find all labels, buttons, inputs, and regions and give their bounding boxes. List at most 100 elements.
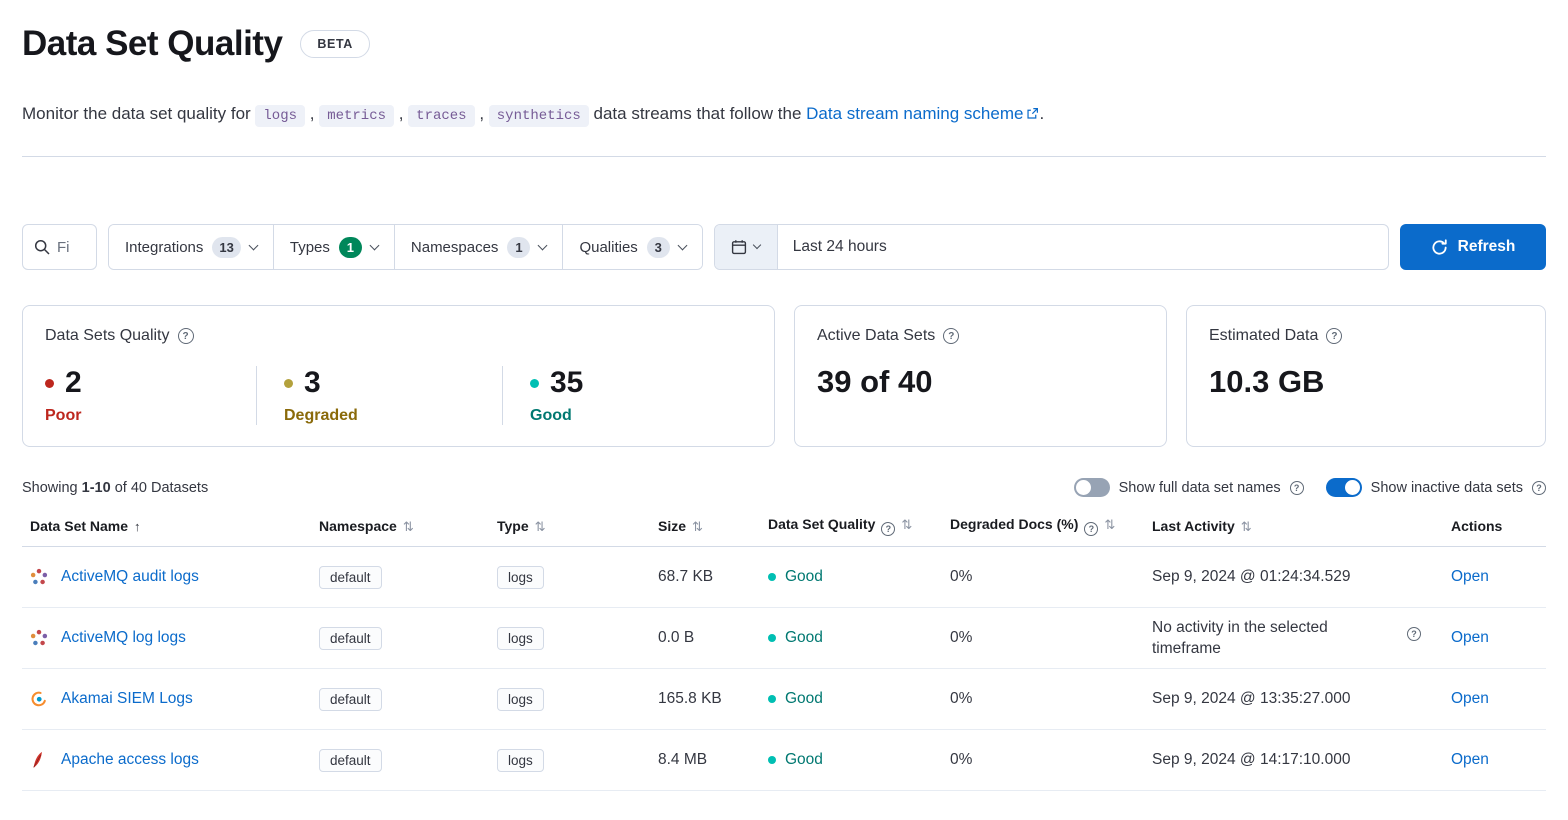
- refresh-button[interactable]: Refresh: [1400, 224, 1546, 270]
- info-icon[interactable]: ?: [943, 328, 959, 344]
- col-size[interactable]: Size⇅: [650, 506, 760, 547]
- comma: ,: [305, 104, 319, 123]
- dataset-name-link[interactable]: ActiveMQ log logs: [61, 629, 186, 647]
- show-full-names-switch[interactable]: [1074, 478, 1110, 497]
- col-degraded-docs[interactable]: Degraded Docs (%)?⇅: [942, 506, 1144, 547]
- showing-summary: Showing 1-10 of 40 Datasets: [22, 480, 208, 496]
- size-value: 0.0 B: [658, 629, 694, 646]
- type-badge: logs: [497, 688, 544, 711]
- sort-icon: ⇅: [1104, 517, 1115, 532]
- col-namespace[interactable]: Namespace⇅: [311, 506, 489, 547]
- degraded-count: 3: [304, 366, 321, 400]
- type-badge: logs: [497, 566, 544, 589]
- qualities-filter-button[interactable]: Qualities 3: [563, 225, 701, 269]
- quality-value: Good: [785, 751, 823, 769]
- intro-prefix: Monitor the data set quality for: [22, 104, 255, 123]
- activemq-icon: [30, 568, 48, 586]
- size-value: 8.4 MB: [658, 751, 707, 768]
- namespaces-filter-button[interactable]: Namespaces 1: [395, 225, 564, 269]
- integrations-filter-button[interactable]: Integrations 13: [109, 225, 274, 269]
- good-dot-icon: [530, 379, 539, 388]
- size-value: 165.8 KB: [658, 690, 722, 707]
- search-box[interactable]: [22, 224, 97, 270]
- card-title: Data Sets Quality: [45, 327, 170, 345]
- open-link[interactable]: Open: [1451, 690, 1489, 707]
- open-link[interactable]: Open: [1451, 629, 1489, 646]
- time-range-display[interactable]: Last 24 hours: [778, 238, 902, 256]
- datasets-quality-card: Data Sets Quality ? 2 Poor 3 Degraded 35…: [22, 305, 775, 447]
- chevron-down-icon: [753, 241, 761, 249]
- naming-scheme-link[interactable]: Data stream naming scheme: [806, 104, 1023, 123]
- chevron-down-icon: [248, 240, 258, 250]
- col-data-set-quality[interactable]: Data Set Quality?⇅: [760, 506, 942, 547]
- last-activity-value: Sep 9, 2024 @ 14:17:10.000: [1152, 751, 1350, 768]
- col-last-activity[interactable]: Last Activity⇅: [1144, 506, 1443, 547]
- degraded-docs-value: 0%: [950, 690, 972, 707]
- sort-asc-icon: ↑: [134, 519, 141, 534]
- toggle-show-inactive[interactable]: Show inactive data sets ?: [1326, 478, 1546, 497]
- degraded-label[interactable]: Degraded: [284, 407, 502, 425]
- sort-icon: ⇅: [901, 517, 912, 532]
- poor-count: 2: [65, 366, 82, 400]
- poor-dot-icon: [45, 379, 54, 388]
- calendar-icon: [731, 239, 747, 255]
- info-icon[interactable]: ?: [178, 328, 194, 344]
- comma: ,: [475, 104, 489, 123]
- info-icon[interactable]: ?: [1326, 328, 1342, 344]
- info-icon[interactable]: ?: [1532, 481, 1546, 495]
- good-count: 35: [550, 366, 583, 400]
- last-activity-value: Sep 9, 2024 @ 13:35:27.000: [1152, 690, 1350, 707]
- open-link[interactable]: Open: [1451, 568, 1489, 585]
- beta-badge: BETA: [300, 30, 370, 58]
- info-icon[interactable]: ?: [1290, 481, 1304, 495]
- good-label[interactable]: Good: [530, 407, 583, 425]
- show-inactive-switch[interactable]: [1326, 478, 1362, 497]
- intro-middle: data streams that follow the: [594, 104, 807, 123]
- date-picker-quick-menu-button[interactable]: [715, 225, 778, 269]
- quality-value: Good: [785, 568, 823, 586]
- toggle-show-full-names[interactable]: Show full data set names ?: [1074, 478, 1304, 497]
- quality-dot-icon: [768, 756, 776, 764]
- size-value: 68.7 KB: [658, 568, 713, 585]
- quality-value: Good: [785, 690, 823, 708]
- intro-suffix: .: [1039, 104, 1044, 123]
- refresh-icon: [1431, 239, 1448, 256]
- info-icon[interactable]: ?: [1407, 627, 1421, 641]
- estimated-data-card: Estimated Data ? 10.3 GB: [1186, 305, 1546, 447]
- active-datasets-card: Active Data Sets ? 39 of 40: [794, 305, 1167, 447]
- dataset-name-link[interactable]: ActiveMQ audit logs: [61, 568, 199, 586]
- dataset-name-link[interactable]: Akamai SIEM Logs: [61, 690, 193, 708]
- chevron-down-icon: [538, 240, 548, 250]
- chevron-down-icon: [369, 240, 379, 250]
- stat-good: 35 Good: [502, 366, 583, 425]
- dataset-name-link[interactable]: Apache access logs: [61, 751, 199, 769]
- poor-label[interactable]: Poor: [45, 407, 256, 425]
- namespace-badge: default: [319, 627, 382, 650]
- sort-icon: ⇅: [535, 519, 546, 534]
- open-link[interactable]: Open: [1451, 751, 1489, 768]
- last-activity-value: Sep 9, 2024 @ 01:24:34.529: [1152, 568, 1350, 585]
- info-icon[interactable]: ?: [1084, 522, 1098, 536]
- namespaces-count-badge: 1: [507, 237, 530, 258]
- filter-label: Integrations: [125, 239, 203, 256]
- table-row: Akamai SIEM Logs default logs 165.8 KB G…: [22, 669, 1546, 730]
- estimated-data-value: 10.3 GB: [1209, 364, 1523, 400]
- showing-range: 1-10: [82, 480, 111, 496]
- quality-dot-icon: [768, 695, 776, 703]
- code-chip-synthetics: synthetics: [489, 105, 589, 127]
- activemq-icon: [30, 629, 48, 647]
- stat-poor: 2 Poor: [45, 366, 256, 425]
- col-type[interactable]: Type⇅: [489, 506, 650, 547]
- quality-dot-icon: [768, 634, 776, 642]
- types-filter-button[interactable]: Types 1: [274, 225, 395, 269]
- search-input[interactable]: [57, 239, 96, 256]
- quality-value: Good: [785, 629, 823, 647]
- toggle-label: Show inactive data sets: [1371, 480, 1523, 496]
- filter-label: Types: [290, 239, 330, 256]
- namespace-badge: default: [319, 688, 382, 711]
- col-data-set-name[interactable]: Data Set Name↑: [22, 506, 311, 547]
- date-picker: Last 24 hours: [714, 224, 1389, 270]
- info-icon[interactable]: ?: [881, 522, 895, 536]
- stat-degraded: 3 Degraded: [256, 366, 502, 425]
- chevron-down-icon: [677, 240, 687, 250]
